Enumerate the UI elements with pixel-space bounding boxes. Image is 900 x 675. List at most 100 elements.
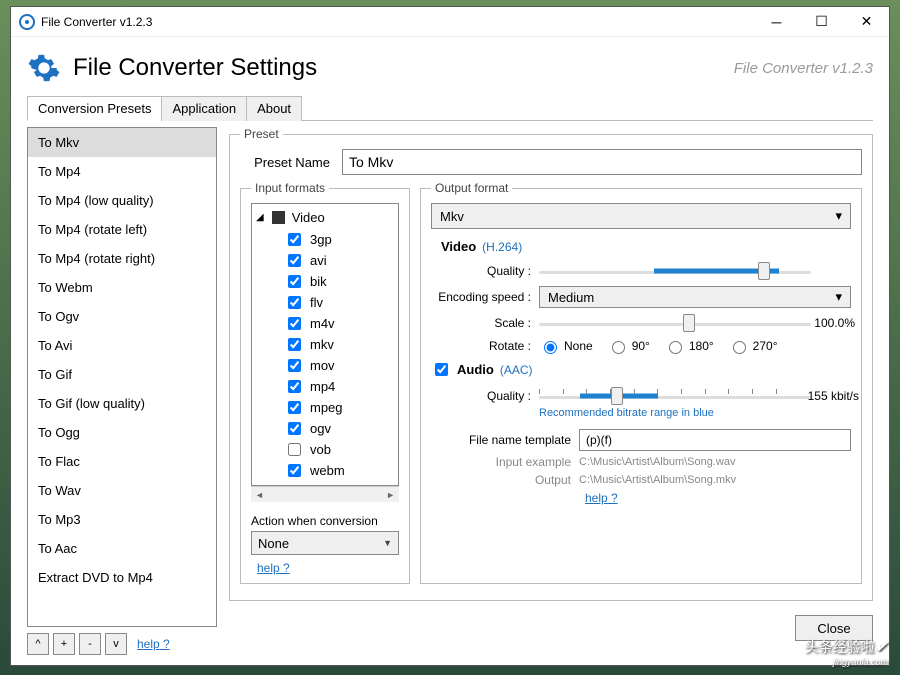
audio-codec: (AAC)	[500, 363, 533, 377]
format-label: vob	[310, 442, 331, 457]
maximize-button[interactable]: ☐	[799, 7, 844, 37]
rotate-radio-group: None 90° 180° 270°	[539, 338, 778, 354]
tree-expand-icon[interactable]: ◢	[256, 212, 264, 223]
scale-value: 100.0%	[799, 316, 855, 330]
rotate-option[interactable]: None	[539, 338, 593, 354]
move-down-button[interactable]: v	[105, 633, 127, 655]
content: File Converter Settings File Converter v…	[11, 37, 889, 665]
audio-section-title: Audio	[457, 362, 494, 377]
close-window-button[interactable]: ✕	[844, 7, 889, 37]
preset-item[interactable]: To Avi	[28, 331, 216, 360]
action-label: Action when conversion	[251, 514, 399, 528]
preset-item[interactable]: To Mp3	[28, 505, 216, 534]
preset-group: Preset Preset Name Input formats ◢	[229, 127, 873, 601]
tab-application[interactable]: Application	[161, 96, 247, 121]
filename-template-input[interactable]	[579, 429, 851, 451]
input-formats-tree[interactable]: ◢ Video 3gpavibikflvm4vmkvmovmp4mpegogvv…	[251, 203, 399, 486]
audio-quality-value: 155 kbit/s	[803, 389, 859, 403]
tabs: Conversion Presets Application About	[27, 95, 873, 121]
preset-item[interactable]: To Aac	[28, 534, 216, 563]
encoding-speed-combo[interactable]: Medium▾	[539, 286, 851, 308]
format-checkbox[interactable]	[288, 296, 301, 309]
scale-slider[interactable]: 100.0%	[539, 312, 851, 334]
filename-template-label: File name template	[431, 433, 571, 447]
rotate-option[interactable]: 90°	[607, 338, 650, 354]
rotate-option[interactable]: 270°	[728, 338, 778, 354]
format-checkbox[interactable]	[288, 401, 301, 414]
preset-item[interactable]: To Wav	[28, 476, 216, 505]
format-label: avi	[310, 253, 327, 268]
preset-list[interactable]: To MkvTo Mp4To Mp4 (low quality)To Mp4 (…	[27, 127, 217, 627]
move-up-button[interactable]: ^	[27, 633, 49, 655]
bitrate-hint: Recommended bitrate range in blue	[539, 407, 851, 419]
format-checkbox[interactable]	[288, 338, 301, 351]
gear-icon	[27, 51, 61, 85]
input-example-label: Input example	[431, 455, 571, 469]
preset-item[interactable]: To Ogg	[28, 418, 216, 447]
format-label: mpeg	[310, 400, 343, 415]
window-title: File Converter v1.2.3	[41, 15, 754, 29]
preset-item[interactable]: To Flac	[28, 447, 216, 476]
tab-conversion-presets[interactable]: Conversion Presets	[27, 96, 162, 121]
format-item: bik	[256, 271, 394, 292]
preset-item[interactable]: To Mp4 (rotate left)	[28, 215, 216, 244]
format-item: webm	[256, 460, 394, 481]
video-root-checkbox[interactable]	[272, 211, 285, 224]
format-checkbox[interactable]	[288, 275, 301, 288]
action-combo[interactable]: None▼	[251, 531, 399, 555]
format-checkbox[interactable]	[288, 359, 301, 372]
scale-label: Scale :	[431, 316, 531, 330]
preset-item[interactable]: To Gif	[28, 360, 216, 389]
audio-quality-slider[interactable]: 155 kbit/s	[539, 385, 851, 407]
output-format-group: Output format Mkv▾ Video (H.264) Quality…	[420, 181, 862, 584]
format-checkbox[interactable]	[288, 233, 301, 246]
format-checkbox[interactable]	[288, 422, 301, 435]
output-legend: Output format	[431, 181, 512, 195]
format-checkbox[interactable]	[288, 254, 301, 267]
preset-item[interactable]: To Webm	[28, 273, 216, 302]
video-codec: (H.264)	[482, 240, 522, 254]
format-label: mp4	[310, 379, 335, 394]
preset-item[interactable]: Extract DVD to Mp4	[28, 563, 216, 592]
filename-help-link[interactable]: help ?	[585, 491, 618, 505]
rotate-label: Rotate :	[431, 339, 531, 353]
format-checkbox[interactable]	[288, 443, 301, 456]
encoding-speed-label: Encoding speed :	[431, 290, 531, 304]
format-label: webm	[310, 463, 345, 478]
format-label: 3gp	[310, 232, 332, 247]
format-label: mov	[310, 358, 335, 373]
main: Preset Preset Name Input formats ◢	[229, 127, 873, 655]
format-label: m4v	[310, 316, 335, 331]
preset-item[interactable]: To Mp4 (low quality)	[28, 186, 216, 215]
output-format-combo[interactable]: Mkv▾	[431, 203, 851, 229]
format-item: mov	[256, 355, 394, 376]
action-help-link[interactable]: help ?	[257, 561, 290, 575]
format-label: flv	[310, 295, 323, 310]
minimize-button[interactable]: ─	[754, 7, 799, 37]
format-checkbox[interactable]	[288, 380, 301, 393]
tab-about[interactable]: About	[246, 96, 302, 121]
input-example-value: C:\Music\Artist\Album\Song.wav	[579, 456, 736, 468]
preset-item[interactable]: To Ogv	[28, 302, 216, 331]
preset-name-input[interactable]	[342, 149, 862, 175]
video-quality-slider[interactable]	[539, 260, 851, 282]
preset-item[interactable]: To Mp4	[28, 157, 216, 186]
preset-item[interactable]: To Gif (low quality)	[28, 389, 216, 418]
settings-window: File Converter v1.2.3 ─ ☐ ✕ File Convert…	[10, 6, 890, 666]
audio-enable-checkbox[interactable]	[435, 363, 448, 376]
add-preset-button[interactable]: +	[53, 633, 75, 655]
format-item: 3gp	[256, 229, 394, 250]
page-title: File Converter Settings	[73, 54, 317, 82]
preset-item[interactable]: To Mkv	[28, 128, 216, 157]
app-icon	[19, 14, 35, 30]
format-label: bik	[310, 274, 327, 289]
rotate-option[interactable]: 180°	[664, 338, 714, 354]
tree-hscroll[interactable]	[251, 486, 399, 502]
presets-help-link[interactable]: help ?	[137, 637, 170, 651]
format-checkbox[interactable]	[288, 464, 301, 477]
preset-item[interactable]: To Mp4 (rotate right)	[28, 244, 216, 273]
remove-preset-button[interactable]: -	[79, 633, 101, 655]
output-example-value: C:\Music\Artist\Album\Song.mkv	[579, 474, 736, 486]
format-checkbox[interactable]	[288, 317, 301, 330]
format-item: vob	[256, 439, 394, 460]
